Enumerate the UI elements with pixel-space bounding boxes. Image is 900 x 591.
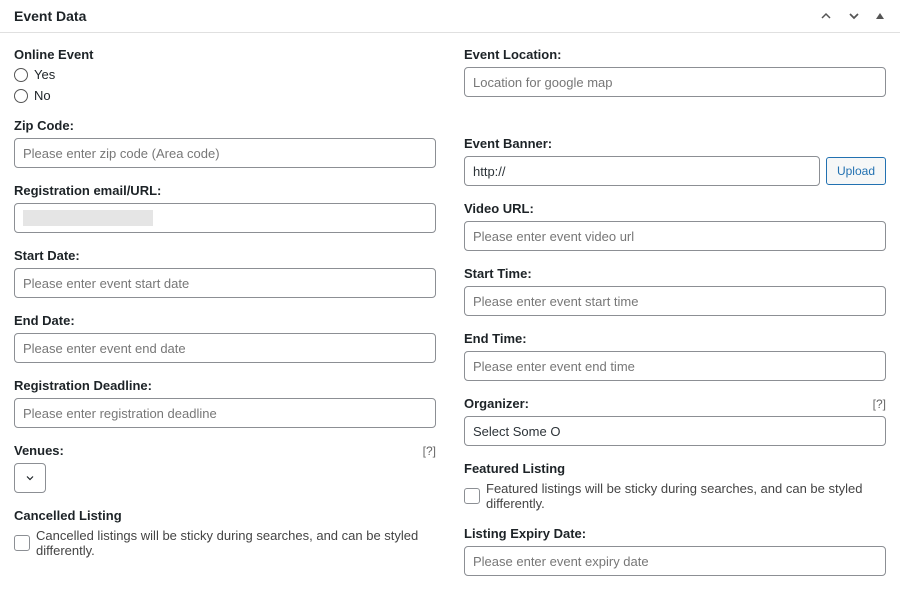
left-column: Online Event Yes No Zip Code: Registrati… [14,47,436,591]
video-url-group: Video URL: [464,201,886,251]
start-date-label: Start Date: [14,248,436,263]
registration-email-input[interactable] [14,203,436,233]
zip-code-group: Zip Code: [14,118,436,168]
featured-listing-checkbox-row[interactable]: Featured listings will be sticky during … [464,481,886,511]
zip-code-label: Zip Code: [14,118,436,133]
header-actions [818,8,886,24]
online-event-group: Online Event Yes No [14,47,436,103]
radio-input-no[interactable] [14,89,28,103]
end-time-group: End Time: [464,331,886,381]
online-event-radios: Yes No [14,67,436,103]
registration-email-group: Registration email/URL: [14,183,436,233]
online-event-label: Online Event [14,47,436,62]
venues-label: Venues: [14,443,64,458]
featured-listing-label: Featured Listing [464,461,886,476]
event-location-group: Event Location: [464,47,886,97]
zip-code-input[interactable] [14,138,436,168]
end-date-group: End Date: [14,313,436,363]
chevron-down-icon[interactable] [846,8,862,24]
listing-expiry-group: Listing Expiry Date: [464,526,886,576]
organizer-help-icon[interactable]: [?] [873,397,886,411]
event-banner-label: Event Banner: [464,136,886,151]
featured-listing-group: Featured Listing Featured listings will … [464,461,886,511]
listing-expiry-input[interactable] [464,546,886,576]
start-time-input[interactable] [464,286,886,316]
registration-deadline-group: Registration Deadline: [14,378,436,428]
featured-listing-desc: Featured listings will be sticky during … [486,481,886,511]
event-banner-group: Event Banner: Upload [464,136,886,186]
event-location-label: Event Location: [464,47,886,62]
cancelled-listing-checkbox[interactable] [14,535,30,551]
cancelled-listing-desc: Cancelled listings will be sticky during… [36,528,436,558]
upload-button[interactable]: Upload [826,157,886,185]
venues-group: Venues: [?] [14,443,436,493]
radio-label-no: No [34,88,51,103]
event-banner-row: Upload [464,156,886,186]
registration-email-label: Registration email/URL: [14,183,436,198]
organizer-select[interactable]: Select Some O [464,416,886,446]
end-time-input[interactable] [464,351,886,381]
event-banner-input[interactable] [464,156,820,186]
start-time-group: Start Time: [464,266,886,316]
event-location-input[interactable] [464,67,886,97]
collapse-icon[interactable] [874,10,886,22]
chevron-up-icon[interactable] [818,8,834,24]
cancelled-listing-checkbox-row[interactable]: Cancelled listings will be sticky during… [14,528,436,558]
start-date-input[interactable] [14,268,436,298]
radio-label-yes: Yes [34,67,55,82]
online-event-no[interactable]: No [14,88,436,103]
start-time-label: Start Time: [464,266,886,281]
end-date-label: End Date: [14,313,436,328]
featured-listing-checkbox[interactable] [464,488,480,504]
registration-deadline-input[interactable] [14,398,436,428]
venues-help-icon[interactable]: [?] [423,444,436,458]
venues-dropdown[interactable] [14,463,46,493]
video-url-input[interactable] [464,221,886,251]
listing-expiry-label: Listing Expiry Date: [464,526,886,541]
start-date-group: Start Date: [14,248,436,298]
radio-input-yes[interactable] [14,68,28,82]
end-time-label: End Time: [464,331,886,346]
organizer-group: Organizer: [?] Select Some O [464,396,886,446]
organizer-label: Organizer: [464,396,529,411]
form-body: Online Event Yes No Zip Code: Registrati… [0,33,900,591]
panel-header: Event Data [0,0,900,33]
online-event-yes[interactable]: Yes [14,67,436,82]
right-column: Event Location: Event Banner: Upload Vid… [464,47,886,591]
registration-deadline-label: Registration Deadline: [14,378,436,393]
video-url-label: Video URL: [464,201,886,216]
end-date-input[interactable] [14,333,436,363]
panel-title: Event Data [14,8,86,24]
chevron-down-icon [24,472,36,484]
